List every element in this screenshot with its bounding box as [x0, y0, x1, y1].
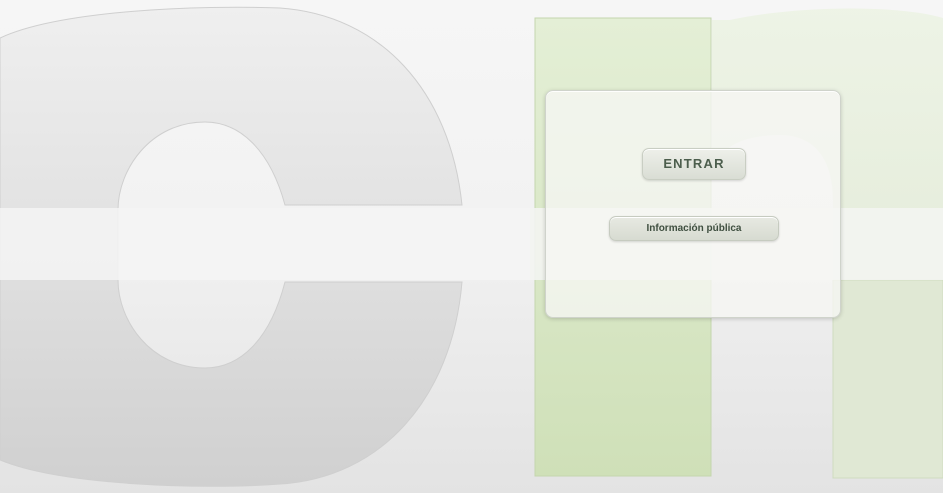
- login-panel: ENTRAR Información pública: [545, 90, 841, 318]
- public-information-button[interactable]: Información pública: [609, 216, 779, 241]
- enter-button[interactable]: ENTRAR: [642, 148, 746, 180]
